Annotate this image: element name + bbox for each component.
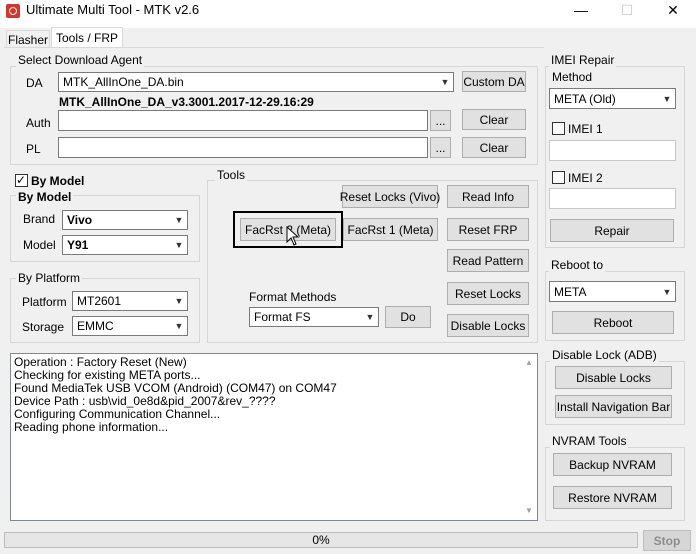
storage-select-value: EMMC	[77, 319, 114, 333]
restore-nvram-button[interactable]: Restore NVRAM	[553, 486, 672, 509]
imei1-input[interactable]	[549, 140, 676, 161]
format-method-select[interactable]: Format FS ▼	[249, 307, 379, 327]
model-select[interactable]: Y91 ▼	[62, 235, 188, 255]
by-model-checkbox-label: By Model	[31, 174, 85, 188]
log-panel: Operation : Factory Reset (New) Checking…	[10, 353, 538, 521]
chevron-down-icon: ▼	[174, 240, 184, 250]
chevron-down-icon: ▼	[440, 77, 450, 87]
reset-locks-button[interactable]: Reset Locks	[447, 282, 529, 305]
by-model-group-label: By Model	[16, 190, 74, 204]
chevron-down-icon: ▼	[662, 93, 672, 104]
da-version-text: MTK_AllInOne_DA_v3.3001.2017-12-29.16:29	[59, 95, 314, 109]
progress-text: 0%	[312, 533, 330, 547]
pl-browse-button[interactable]: ...	[430, 137, 451, 158]
log-line: Reading phone information...	[14, 420, 169, 434]
facrst1-meta-button[interactable]: FacRst 1 (Meta)	[343, 218, 438, 241]
tools-label: Tools	[215, 168, 248, 182]
chevron-down-icon: ▼	[174, 321, 184, 331]
reboot-button[interactable]: Reboot	[552, 311, 674, 334]
minimize-button[interactable]: —	[558, 0, 604, 28]
log-scrollbar[interactable]: ▲ ▼	[521, 354, 537, 520]
pl-clear-button[interactable]: Clear	[462, 137, 526, 158]
model-select-value: Y91	[67, 238, 89, 252]
maximize-button[interactable]: ☐	[604, 0, 650, 28]
reset-frp-button[interactable]: Reset FRP	[447, 218, 529, 241]
adb-label: Disable Lock (ADB)	[550, 348, 659, 362]
da-select-value: MTK_AllInOne_DA.bin	[63, 75, 184, 89]
custom-da-button[interactable]: Custom DA	[462, 71, 526, 92]
close-button[interactable]: ✕	[650, 0, 696, 28]
window-title: Ultimate Multi Tool - MTK v2.6	[26, 2, 200, 17]
install-navigation-bar-button[interactable]: Install Navigation Bar	[555, 395, 672, 418]
imei2-checkbox[interactable]	[552, 171, 565, 184]
disable-locks-button[interactable]: Disable Locks	[447, 314, 529, 337]
nvram-label: NVRAM Tools	[550, 434, 629, 448]
chevron-down-icon: ▼	[174, 296, 184, 306]
reboot-mode-select[interactable]: META ▼	[549, 281, 676, 302]
auth-input[interactable]	[58, 110, 428, 131]
read-pattern-button[interactable]: Read Pattern	[447, 249, 529, 272]
download-agent-label: Select Download Agent	[16, 53, 145, 67]
repair-button[interactable]: Repair	[550, 219, 674, 242]
tab-divider	[4, 47, 544, 48]
imei-method-select[interactable]: META (Old) ▼	[549, 88, 676, 109]
imei1-checkbox[interactable]	[552, 122, 565, 135]
brand-label: Brand	[23, 212, 56, 226]
pl-input[interactable]	[58, 137, 428, 158]
pl-label: PL	[26, 142, 41, 156]
platform-select[interactable]: MT2601 ▼	[72, 291, 188, 311]
chevron-down-icon: ▼	[174, 215, 184, 225]
brand-select[interactable]: Vivo ▼	[62, 210, 188, 230]
model-label: Model	[23, 238, 56, 252]
reset-locks-vivo-button[interactable]: Reset Locks (Vivo)	[340, 185, 440, 208]
progress-bar: 0%	[4, 532, 638, 548]
method-label: Method	[552, 70, 593, 84]
by-platform-label: By Platform	[16, 271, 83, 285]
imei2-input[interactable]	[549, 188, 676, 209]
chevron-up-icon[interactable]: ▲	[525, 358, 533, 367]
stop-button[interactable]: Stop	[643, 530, 691, 551]
auth-label: Auth	[26, 116, 51, 130]
reboot-mode-value: META	[554, 284, 587, 299]
chevron-down-icon: ▼	[365, 312, 375, 322]
imei-repair-label: IMEI Repair	[549, 53, 617, 67]
auth-clear-button[interactable]: Clear	[462, 109, 526, 130]
backup-nvram-button[interactable]: Backup NVRAM	[553, 453, 672, 476]
platform-label: Platform	[22, 295, 67, 309]
do-button[interactable]: Do	[385, 306, 431, 328]
adb-disable-locks-button[interactable]: Disable Locks	[555, 366, 672, 389]
brand-select-value: Vivo	[67, 213, 93, 227]
storage-label: Storage	[22, 320, 65, 334]
by-model-checkbox[interactable]	[15, 172, 28, 188]
reboot-label: Reboot to	[549, 258, 606, 272]
platform-select-value: MT2601	[77, 294, 122, 308]
tab-flasher[interactable]: Flasher	[6, 30, 50, 48]
app-icon	[6, 4, 20, 18]
format-methods-label: Format Methods	[249, 290, 337, 304]
da-select[interactable]: MTK_AllInOne_DA.bin ▼	[58, 72, 454, 92]
imei-method-value: META (Old)	[554, 91, 616, 106]
imei1-label: IMEI 1	[568, 122, 603, 136]
format-method-value: Format FS	[254, 310, 311, 324]
chevron-down-icon[interactable]: ▼	[525, 506, 533, 515]
da-label: DA	[26, 76, 43, 90]
read-info-button[interactable]: Read Info	[447, 185, 529, 208]
auth-browse-button[interactable]: ...	[430, 110, 451, 131]
chevron-down-icon: ▼	[662, 286, 672, 297]
imei2-label: IMEI 2	[568, 171, 603, 185]
tab-tools-frp[interactable]: Tools / FRP	[51, 27, 123, 48]
mouse-cursor-icon	[286, 225, 300, 249]
storage-select[interactable]: EMMC ▼	[72, 316, 188, 336]
